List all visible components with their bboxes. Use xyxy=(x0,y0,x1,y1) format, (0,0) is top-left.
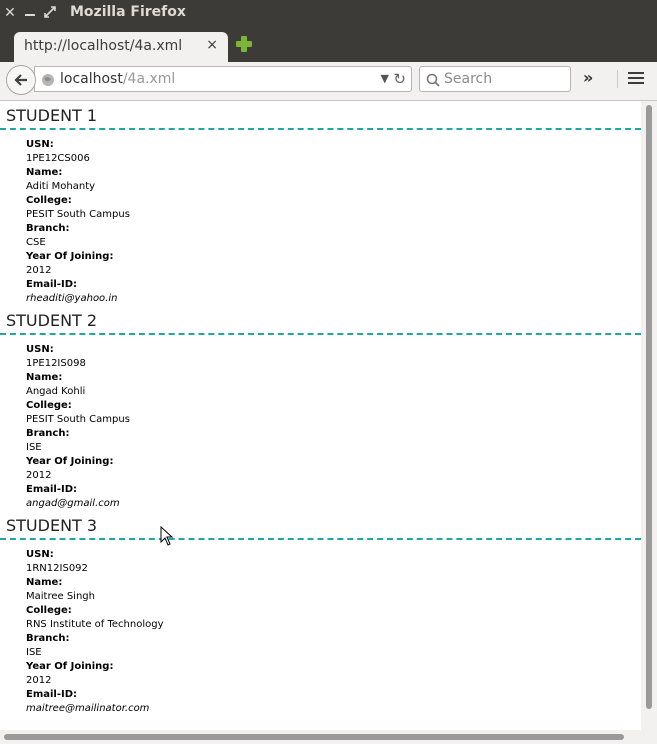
navigation-bar: localhost/4a.xml ▼ ↻ Search » xyxy=(0,62,657,101)
year-label: Year Of Joining: xyxy=(26,456,114,467)
name-label: Name: xyxy=(26,167,63,178)
branch-value: CSE xyxy=(26,237,46,248)
name-label: Name: xyxy=(26,577,63,588)
name-value: Maitree Singh xyxy=(26,591,95,602)
new-tab-icon[interactable] xyxy=(236,36,252,52)
email-value: maitree@mailinator.com xyxy=(26,703,150,714)
name-value: Aditi Mohanty xyxy=(26,181,96,192)
student-record: STUDENT 1 USN: 1PE12CS006 Name: Aditi Mo… xyxy=(0,101,641,306)
search-input[interactable]: Search xyxy=(419,66,571,92)
college-value: PESIT South Campus xyxy=(26,209,130,220)
year-value: 2012 xyxy=(26,265,52,276)
horizontal-scroll-thumb[interactable] xyxy=(4,734,624,740)
name-label: Name: xyxy=(26,372,63,383)
vertical-scroll-thumb[interactable] xyxy=(646,105,652,709)
tab-4a-xml[interactable]: http://localhost/4a.xml × xyxy=(14,32,228,62)
college-value: RNS Institute of Technology xyxy=(26,619,164,630)
branch-label: Branch: xyxy=(26,633,70,644)
usn-label: USN: xyxy=(26,139,54,150)
window-titlebar: ✕ Mozilla Firefox xyxy=(0,0,657,28)
url-text[interactable]: localhost/4a.xml xyxy=(60,71,175,87)
globe-icon xyxy=(41,72,55,86)
window-title: Mozilla Firefox xyxy=(70,4,186,20)
year-label: Year Of Joining: xyxy=(26,251,114,262)
branch-value: ISE xyxy=(26,442,42,453)
vertical-scrollbar[interactable] xyxy=(641,101,657,730)
email-label: Email-ID: xyxy=(26,484,78,495)
usn-label: USN: xyxy=(26,344,54,355)
email-value: rheaditi@yahoo.in xyxy=(26,293,118,304)
branch-value: ISE xyxy=(26,647,42,658)
branch-label: Branch: xyxy=(26,223,70,234)
tab-strip: http://localhost/4a.xml × xyxy=(0,28,657,62)
back-button[interactable] xyxy=(6,65,36,95)
reload-icon[interactable]: ↻ xyxy=(393,70,406,88)
search-icon xyxy=(426,72,440,91)
student-heading: STUDENT 3 xyxy=(6,516,98,535)
name-value: Angad Kohli xyxy=(26,386,86,397)
url-path: /4a.xml xyxy=(122,71,176,87)
student-heading: STUDENT 1 xyxy=(6,106,98,125)
url-host: localhost xyxy=(60,71,123,87)
email-value: angad@gmail.com xyxy=(26,498,120,509)
tab-close-icon[interactable]: × xyxy=(206,37,218,53)
student-record: STUDENT 3 USN: 1RN12IS092 Name: Maitree … xyxy=(0,511,641,716)
search-placeholder: Search xyxy=(444,71,493,87)
student-record: STUDENT 2 USN: 1PE12IS098 Name: Angad Ko… xyxy=(0,306,641,511)
horizontal-scrollbar[interactable] xyxy=(0,730,657,744)
year-value: 2012 xyxy=(26,675,52,686)
college-value: PESIT South Campus xyxy=(26,414,130,425)
college-label: College: xyxy=(26,195,72,206)
student-heading: STUDENT 2 xyxy=(6,311,98,330)
page-content: STUDENT 1 USN: 1PE12CS006 Name: Aditi Mo… xyxy=(0,101,641,730)
email-label: Email-ID: xyxy=(26,689,78,700)
email-label: Email-ID: xyxy=(26,279,78,290)
back-arrow-icon xyxy=(14,74,27,86)
menu-icon[interactable] xyxy=(617,70,644,88)
college-label: College: xyxy=(26,400,72,411)
maximize-icon[interactable] xyxy=(43,5,57,21)
year-value: 2012 xyxy=(26,470,52,481)
url-bar[interactable]: localhost/4a.xml ▼ ↻ xyxy=(34,66,412,92)
usn-value: 1RN12IS092 xyxy=(26,563,88,574)
overflow-icon[interactable]: » xyxy=(583,68,593,87)
branch-label: Branch: xyxy=(26,428,70,439)
usn-label: USN: xyxy=(26,549,54,560)
year-label: Year Of Joining: xyxy=(26,661,114,672)
usn-value: 1PE12IS098 xyxy=(26,358,86,369)
usn-value: 1PE12CS006 xyxy=(26,153,90,164)
minimize-icon[interactable] xyxy=(23,5,37,21)
mouse-cursor-icon xyxy=(160,525,174,550)
tab-label: http://localhost/4a.xml xyxy=(24,38,183,54)
college-label: College: xyxy=(26,605,72,616)
close-icon[interactable]: ✕ xyxy=(3,5,17,21)
dropdown-icon[interactable]: ▼ xyxy=(381,72,389,85)
